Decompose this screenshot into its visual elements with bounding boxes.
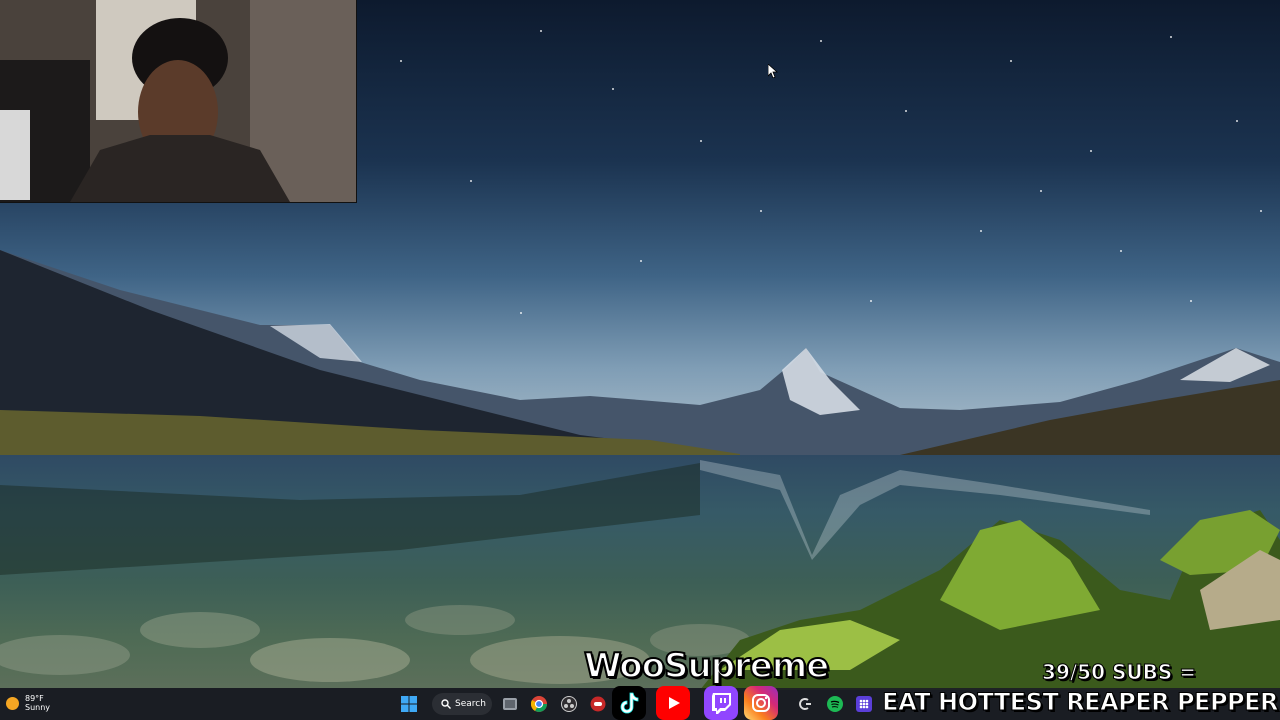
star <box>980 230 982 232</box>
spotify-icon[interactable] <box>826 695 844 713</box>
star <box>1170 36 1172 38</box>
search-label: Search <box>455 699 486 709</box>
instagram-icon <box>744 686 778 720</box>
mouse-cursor-icon <box>768 64 778 78</box>
star <box>1090 150 1092 152</box>
sun-icon <box>6 696 19 710</box>
star <box>612 88 614 90</box>
mountain-range <box>0 250 1280 480</box>
taskbar-search-button[interactable]: Search <box>432 693 492 715</box>
weather-condition: Sunny <box>25 703 51 712</box>
sub-goal-overlay: 39/50 SUBS = <box>1042 660 1197 685</box>
star <box>1236 120 1238 122</box>
star <box>1010 60 1012 62</box>
challenge-overlay: EAT HOTTEST REAPER PEPPER <box>882 688 1279 717</box>
youtube-icon <box>656 686 690 720</box>
star <box>700 140 702 142</box>
app-icon[interactable] <box>589 695 607 713</box>
star <box>820 40 822 42</box>
star <box>905 110 907 112</box>
app-grid-icon[interactable] <box>855 695 873 713</box>
weather-widget[interactable]: 89°F Sunny <box>6 694 50 712</box>
webcam-feed <box>0 0 357 203</box>
search-icon <box>441 699 451 709</box>
windows-start-icon[interactable] <box>400 695 418 713</box>
star <box>1040 190 1042 192</box>
tiktok-icon <box>612 686 646 720</box>
task-view-icon[interactable] <box>501 695 519 713</box>
star <box>1260 210 1262 212</box>
app-icon[interactable] <box>796 695 814 713</box>
star <box>400 60 402 62</box>
star <box>470 180 472 182</box>
twitch-icon <box>704 686 738 720</box>
star <box>760 210 762 212</box>
obs-icon[interactable] <box>560 695 578 713</box>
weather-temp: 89°F <box>25 694 44 703</box>
star <box>540 30 542 32</box>
chrome-icon[interactable] <box>530 695 548 713</box>
channel-name-overlay: WooSupreme <box>583 645 830 687</box>
webcam-person <box>0 0 356 202</box>
